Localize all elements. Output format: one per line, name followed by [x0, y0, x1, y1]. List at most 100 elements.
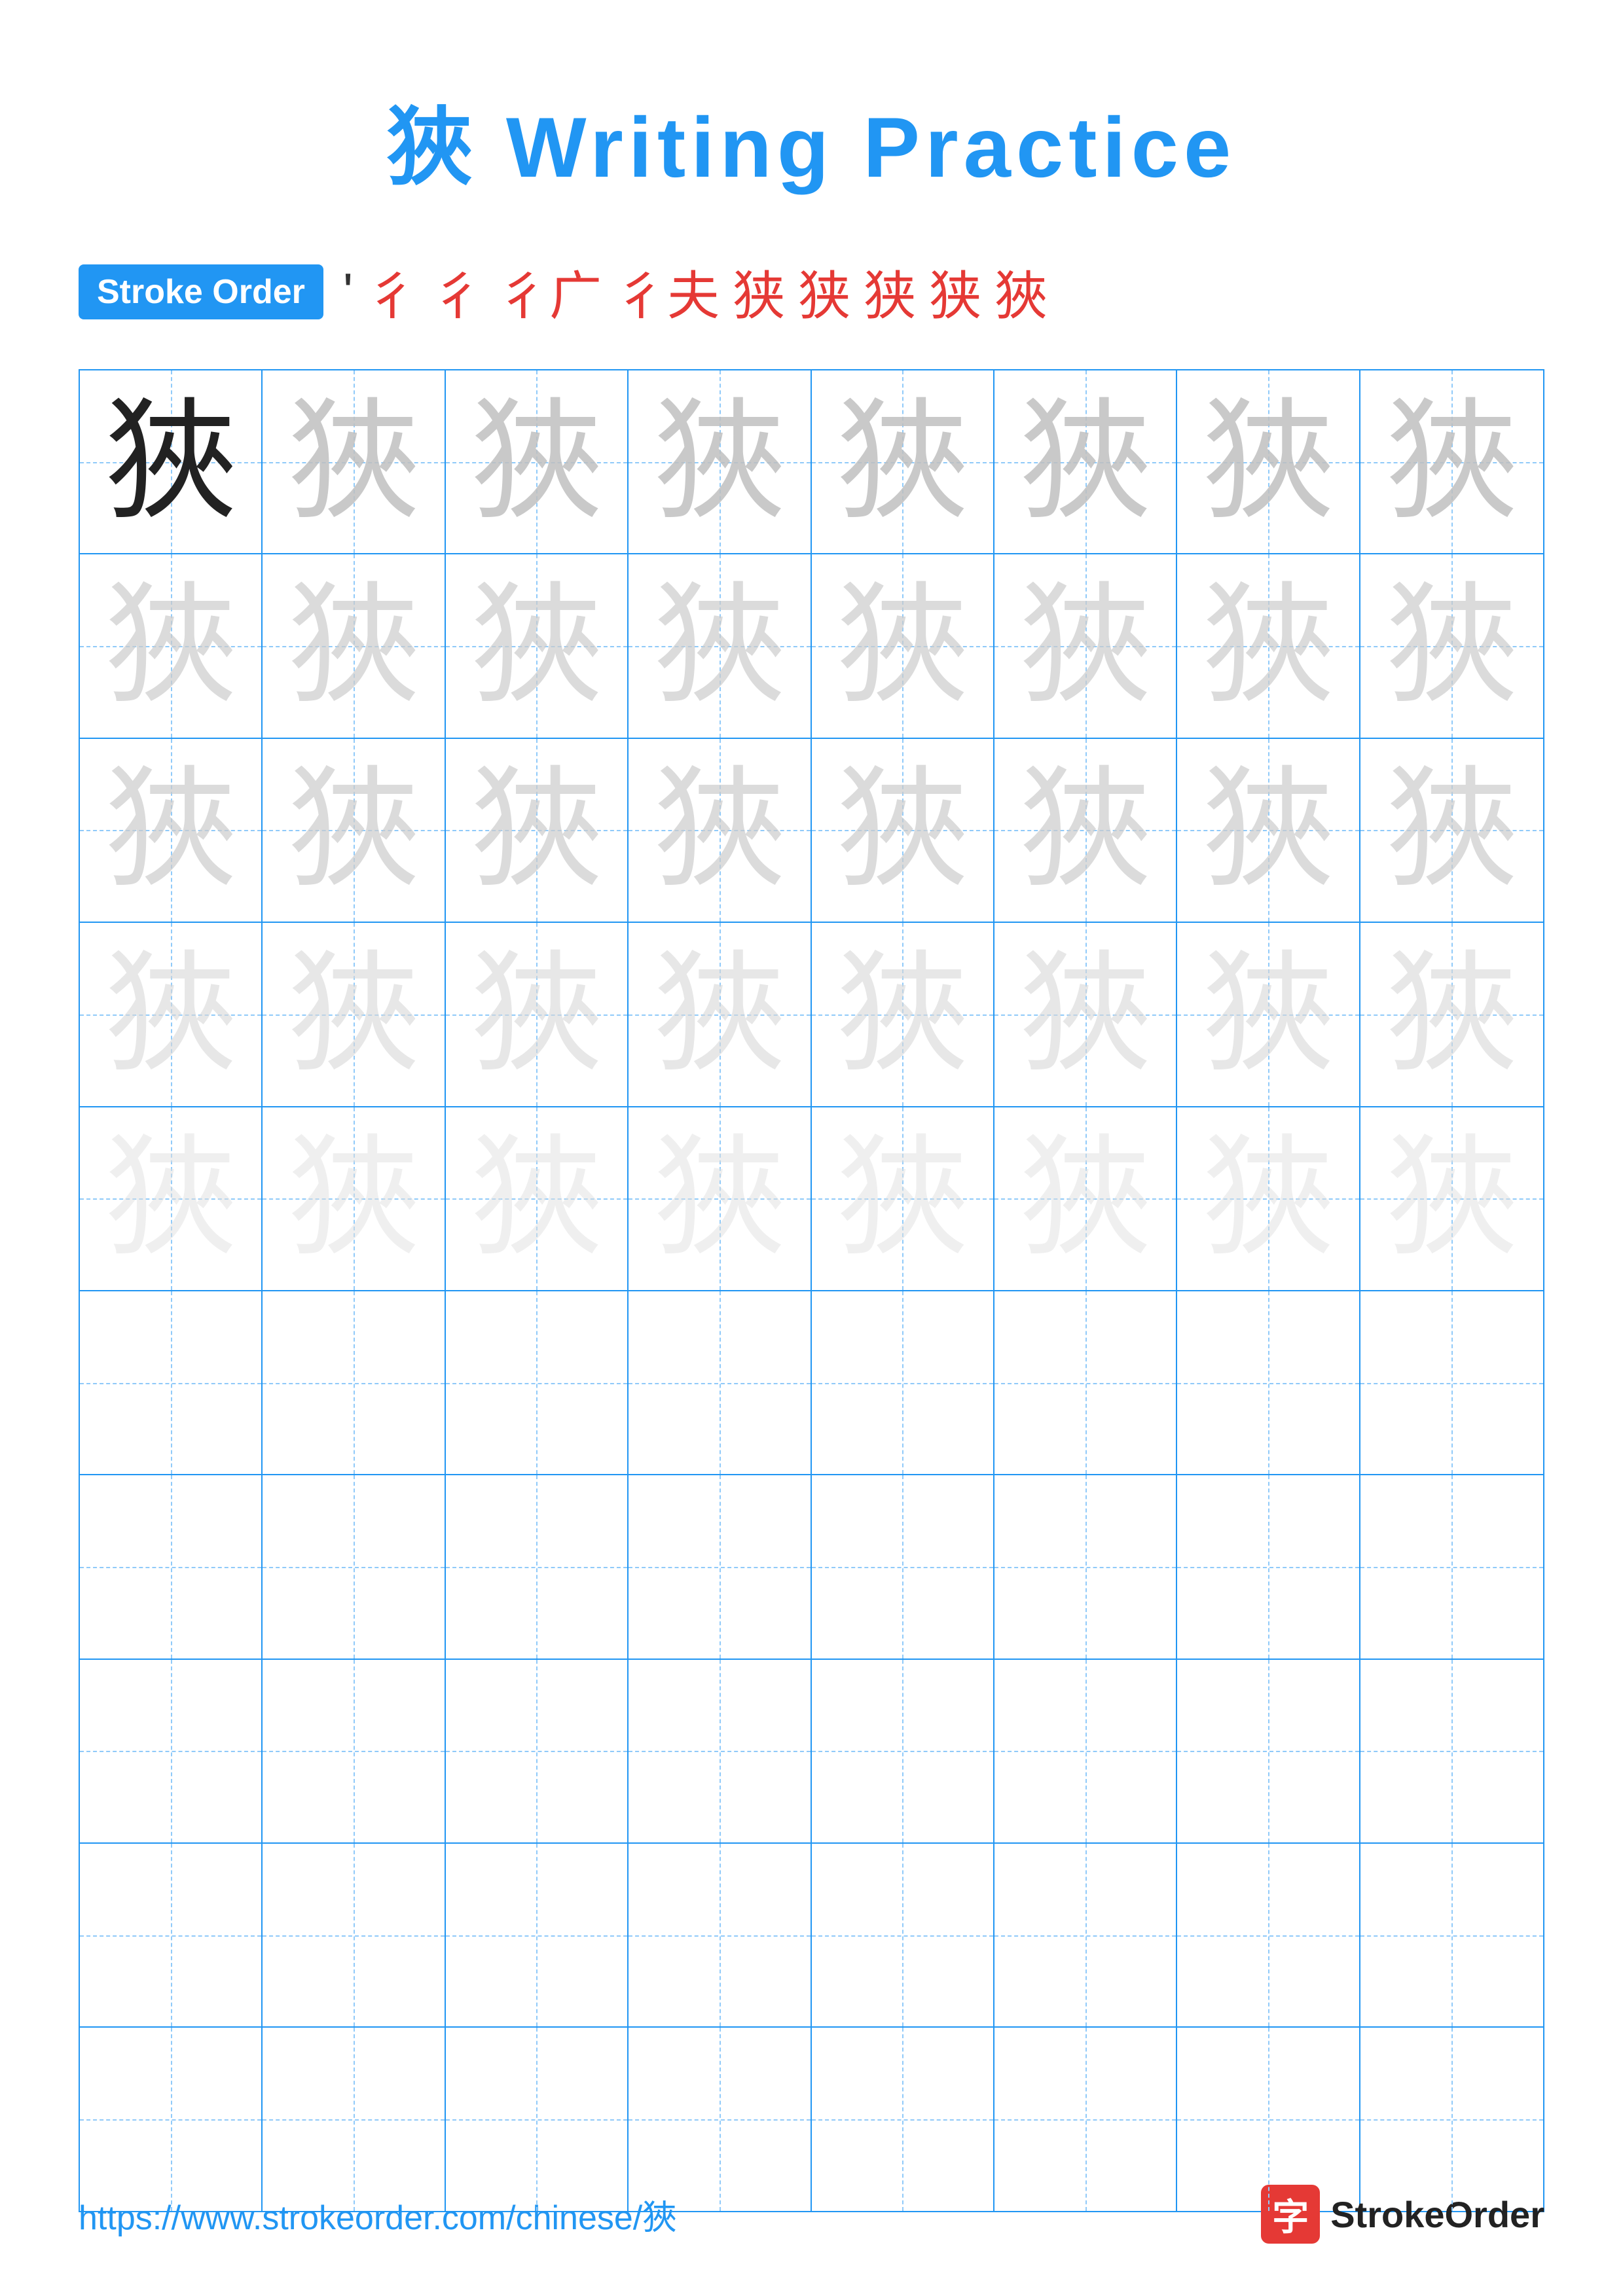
grid-cell-1-8: 狹 [1360, 370, 1543, 553]
grid-cell-8-1[interactable] [80, 1660, 263, 1842]
grid-cell-1-6: 狹 [994, 370, 1177, 553]
grid-cell-9-4[interactable] [629, 1844, 811, 2026]
footer-logo-text: StrokeOrder [1330, 2193, 1544, 2236]
stroke-9: 狭 [929, 254, 981, 330]
grid-row-5: 狹 狹 狹 狹 狹 狹 狹 狹 [80, 1107, 1543, 1291]
grid-cell-4-6: 狹 [994, 923, 1177, 1105]
stroke-10: 狹 [994, 254, 1047, 330]
grid-cell-7-1[interactable] [80, 1475, 263, 1658]
footer-url[interactable]: https://www.strokeorder.com/chinese/狹 [79, 2190, 676, 2239]
grid-cell-1-7: 狹 [1177, 370, 1360, 553]
grid-cell-8-7[interactable] [1177, 1660, 1360, 1842]
stroke-6: 狭 [733, 254, 785, 330]
grid-cell-8-3[interactable] [446, 1660, 629, 1842]
grid-row-8 [80, 1660, 1543, 1844]
grid-cell-8-8[interactable] [1360, 1660, 1543, 1842]
grid-cell-4-5: 狹 [812, 923, 994, 1105]
stroke-order-badge: Stroke Order [79, 264, 323, 319]
grid-cell-3-8: 狹 [1360, 739, 1543, 922]
grid-cell-2-1: 狹 [80, 554, 263, 737]
grid-cell-5-7: 狹 [1177, 1107, 1360, 1290]
grid-cell-6-5[interactable] [812, 1291, 994, 1474]
grid-cell-7-7[interactable] [1177, 1475, 1360, 1658]
strokeorder-logo-icon: 字 [1261, 2185, 1320, 2244]
grid-cell-8-4[interactable] [629, 1660, 811, 1842]
grid-row-7 [80, 1475, 1543, 1659]
grid-cell-3-4: 狹 [629, 739, 811, 922]
grid-row-9 [80, 1844, 1543, 2028]
practice-grid: 狹 狹 狹 狹 狹 狹 狹 狹 狹 狹 狹 狹 狹 狹 狹 狹 狹 狹 狹 狹 … [79, 369, 1544, 2212]
grid-cell-10-8[interactable] [1360, 2028, 1543, 2210]
grid-cell-4-8: 狹 [1360, 923, 1543, 1105]
grid-cell-3-1: 狹 [80, 739, 263, 922]
grid-cell-2-6: 狹 [994, 554, 1177, 737]
grid-cell-5-8: 狹 [1360, 1107, 1543, 1290]
grid-cell-10-4[interactable] [629, 2028, 811, 2210]
grid-cell-2-3: 狹 [446, 554, 629, 737]
grid-cell-6-6[interactable] [994, 1291, 1177, 1474]
grid-cell-6-7[interactable] [1177, 1291, 1360, 1474]
grid-cell-4-2: 狹 [263, 923, 445, 1105]
grid-cell-1-2: 狹 [263, 370, 445, 553]
grid-cell-5-3: 狹 [446, 1107, 629, 1290]
grid-cell-2-5: 狹 [812, 554, 994, 737]
grid-cell-3-5: 狹 [812, 739, 994, 922]
grid-cell-5-1: 狹 [80, 1107, 263, 1290]
grid-cell-10-5[interactable] [812, 2028, 994, 2210]
grid-cell-7-5[interactable] [812, 1475, 994, 1658]
grid-cell-4-7: 狹 [1177, 923, 1360, 1105]
grid-cell-9-2[interactable] [263, 1844, 445, 2026]
grid-cell-7-4[interactable] [629, 1475, 811, 1658]
grid-cell-3-6: 狹 [994, 739, 1177, 922]
stroke-8: 狭 [864, 254, 916, 330]
grid-cell-8-6[interactable] [994, 1660, 1177, 1842]
grid-cell-4-3: 狹 [446, 923, 629, 1105]
grid-cell-10-1[interactable] [80, 2028, 263, 2210]
grid-cell-10-6[interactable] [994, 2028, 1177, 2210]
grid-cell-8-2[interactable] [263, 1660, 445, 1842]
grid-cell-7-6[interactable] [994, 1475, 1177, 1658]
grid-row-4: 狹 狹 狹 狹 狹 狹 狹 狹 [80, 923, 1543, 1107]
grid-cell-10-3[interactable] [446, 2028, 629, 2210]
grid-cell-6-8[interactable] [1360, 1291, 1543, 1474]
grid-cell-10-2[interactable] [263, 2028, 445, 2210]
grid-cell-7-8[interactable] [1360, 1475, 1543, 1658]
grid-cell-6-4[interactable] [629, 1291, 811, 1474]
grid-row-6 [80, 1291, 1543, 1475]
grid-cell-3-3: 狹 [446, 739, 629, 922]
grid-cell-5-2: 狹 [263, 1107, 445, 1290]
grid-cell-3-7: 狹 [1177, 739, 1360, 922]
grid-cell-10-7[interactable] [1177, 2028, 1360, 2210]
grid-cell-9-7[interactable] [1177, 1844, 1360, 2026]
grid-row-2: 狹 狹 狹 狹 狹 狹 狹 狹 [80, 554, 1543, 738]
grid-row-3: 狹 狹 狹 狹 狹 狹 狹 狹 [80, 739, 1543, 923]
grid-cell-9-5[interactable] [812, 1844, 994, 2026]
grid-cell-2-8: 狹 [1360, 554, 1543, 737]
grid-cell-7-2[interactable] [263, 1475, 445, 1658]
stroke-4: 彳广 [497, 254, 602, 330]
grid-cell-5-5: 狹 [812, 1107, 994, 1290]
stroke-order-row: Stroke Order ' 彳 彳 彳广 彳夫 狭 狭 狭 狭 狹 [79, 254, 1544, 330]
grid-cell-6-3[interactable] [446, 1291, 629, 1474]
grid-cell-4-1: 狹 [80, 923, 263, 1105]
grid-cell-9-8[interactable] [1360, 1844, 1543, 2026]
grid-cell-9-3[interactable] [446, 1844, 629, 2026]
grid-cell-6-2[interactable] [263, 1291, 445, 1474]
grid-cell-4-4: 狹 [629, 923, 811, 1105]
grid-cell-7-3[interactable] [446, 1475, 629, 1658]
grid-row-10 [80, 2028, 1543, 2210]
stroke-3: 彳 [431, 254, 484, 330]
grid-row-1: 狹 狹 狹 狹 狹 狹 狹 狹 [80, 370, 1543, 554]
grid-cell-1-1: 狹 [80, 370, 263, 553]
stroke-2: 彳 [366, 254, 418, 330]
grid-cell-5-6: 狹 [994, 1107, 1177, 1290]
grid-cell-8-5[interactable] [812, 1660, 994, 1842]
grid-cell-1-3: 狹 [446, 370, 629, 553]
stroke-7: 狭 [798, 254, 850, 330]
grid-cell-2-2: 狹 [263, 554, 445, 737]
grid-cell-6-1[interactable] [80, 1291, 263, 1474]
grid-cell-9-6[interactable] [994, 1844, 1177, 2026]
grid-cell-9-1[interactable] [80, 1844, 263, 2026]
grid-cell-2-7: 狹 [1177, 554, 1360, 737]
stroke-5: 彳夫 [615, 254, 720, 330]
